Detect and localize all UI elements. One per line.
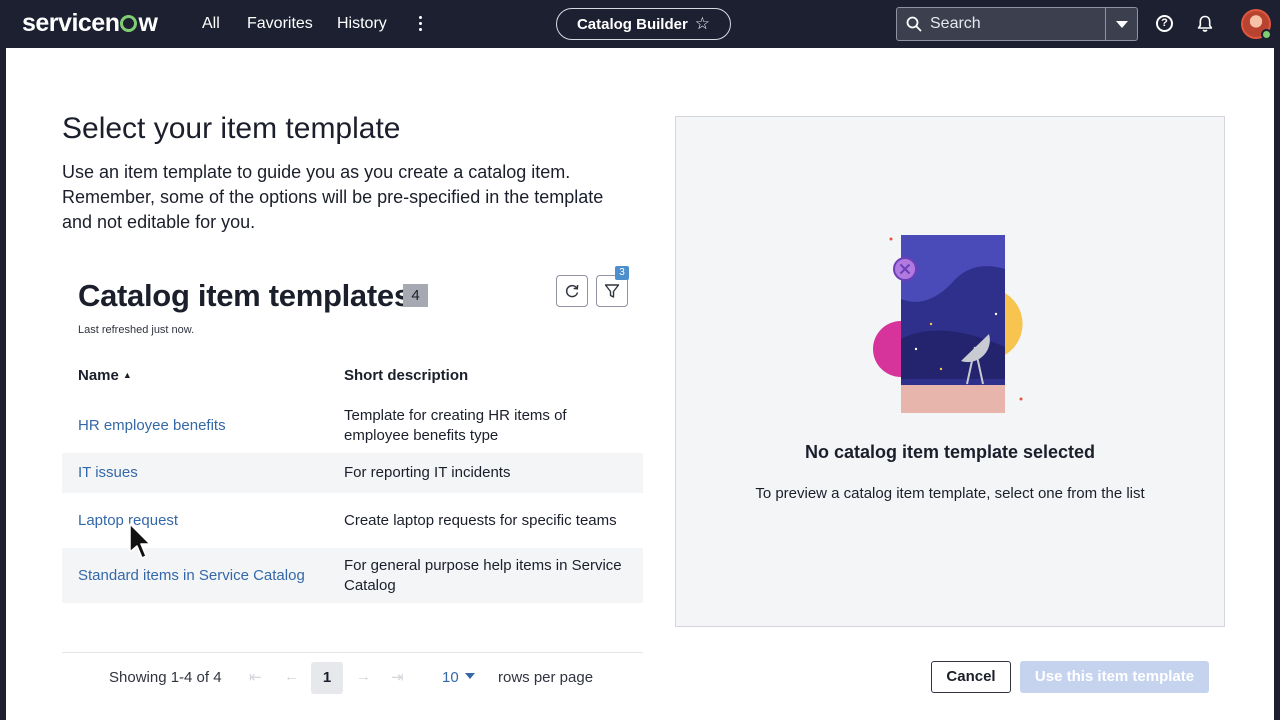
list-count-badge: 4 xyxy=(403,284,428,307)
avatar[interactable] xyxy=(1241,9,1272,40)
next-page-icon[interactable]: → xyxy=(356,668,371,685)
search-icon xyxy=(906,16,922,32)
mouse-cursor-icon xyxy=(129,523,151,559)
filter-icon xyxy=(604,284,620,298)
filter-count-badge: 3 xyxy=(615,266,629,280)
template-preview-panel: No catalog item template selected To pre… xyxy=(675,116,1225,627)
current-page-button[interactable]: 1 xyxy=(311,662,343,694)
page-title: Select your item template xyxy=(62,112,401,145)
template-link[interactable]: HR employee benefits xyxy=(78,417,226,434)
templates-table: Name ▲ Short description HR employee bene… xyxy=(62,352,643,603)
context-title-pill[interactable]: Catalog Builder ☆ xyxy=(556,8,731,40)
last-refreshed-text: Last refreshed just now. xyxy=(78,324,195,336)
empty-state-description: To preview a catalog item template, sele… xyxy=(755,485,1145,502)
search-scope-dropdown[interactable] xyxy=(1106,8,1137,40)
nav-history[interactable]: History xyxy=(337,15,387,33)
nav-favorites[interactable]: Favorites xyxy=(247,15,313,33)
rows-per-page-select[interactable]: 10 xyxy=(442,669,475,686)
empty-state-title: No catalog item template selected xyxy=(804,442,1096,462)
table-row[interactable]: IT issues For reporting IT incidents xyxy=(62,453,643,493)
star-icon[interactable]: ☆ xyxy=(695,14,710,34)
table-header-row: Name ▲ Short description xyxy=(62,352,643,398)
sort-ascending-icon: ▲ xyxy=(122,369,132,380)
nav-all[interactable]: All xyxy=(202,15,220,33)
list-title: Catalog item templates xyxy=(78,278,411,313)
template-link[interactable]: Standard items in Service Catalog xyxy=(78,567,305,584)
refresh-button[interactable] xyxy=(556,275,588,307)
template-description: Template for creating HR items of employ… xyxy=(344,406,567,444)
help-icon[interactable]: ? xyxy=(1156,15,1173,32)
last-page-icon[interactable]: ⇥ xyxy=(391,668,404,686)
rows-per-page-label: rows per page xyxy=(498,669,594,686)
template-link[interactable]: IT issues xyxy=(78,464,138,481)
template-description: For reporting IT incidents xyxy=(344,453,643,493)
refresh-icon xyxy=(565,284,579,298)
search-input[interactable] xyxy=(930,8,1100,40)
top-navigation-bar: servicen w All Favorites History Catalog … xyxy=(0,0,1280,48)
first-page-icon[interactable]: ⇤ xyxy=(249,668,262,686)
pagination-divider xyxy=(62,652,643,653)
previous-page-icon[interactable]: ← xyxy=(284,668,299,685)
template-description: Create laptop requests for specific team… xyxy=(344,511,617,529)
more-menu-icon[interactable] xyxy=(414,13,426,35)
satellite-dish-illustration xyxy=(873,235,1023,413)
main-content: Select your item template Use an item te… xyxy=(6,48,1274,720)
column-header-short-description[interactable]: Short description xyxy=(344,352,643,398)
bell-icon[interactable] xyxy=(1197,15,1213,33)
page-description: Use an item template to guide you as you… xyxy=(62,162,604,232)
use-template-button[interactable]: Use this item template xyxy=(1020,661,1209,693)
column-header-name[interactable]: Name ▲ xyxy=(62,352,344,398)
context-title: Catalog Builder xyxy=(576,15,688,33)
servicenow-logo[interactable]: servicen w xyxy=(22,9,158,38)
pagination-summary: Showing 1-4 of 4 xyxy=(109,669,222,686)
global-search xyxy=(896,7,1138,41)
template-description: For general purpose help items in Servic… xyxy=(344,548,643,603)
cancel-button[interactable]: Cancel xyxy=(931,661,1011,693)
presence-indicator xyxy=(1261,29,1272,40)
table-row[interactable]: HR employee benefits Template for creati… xyxy=(62,398,643,453)
